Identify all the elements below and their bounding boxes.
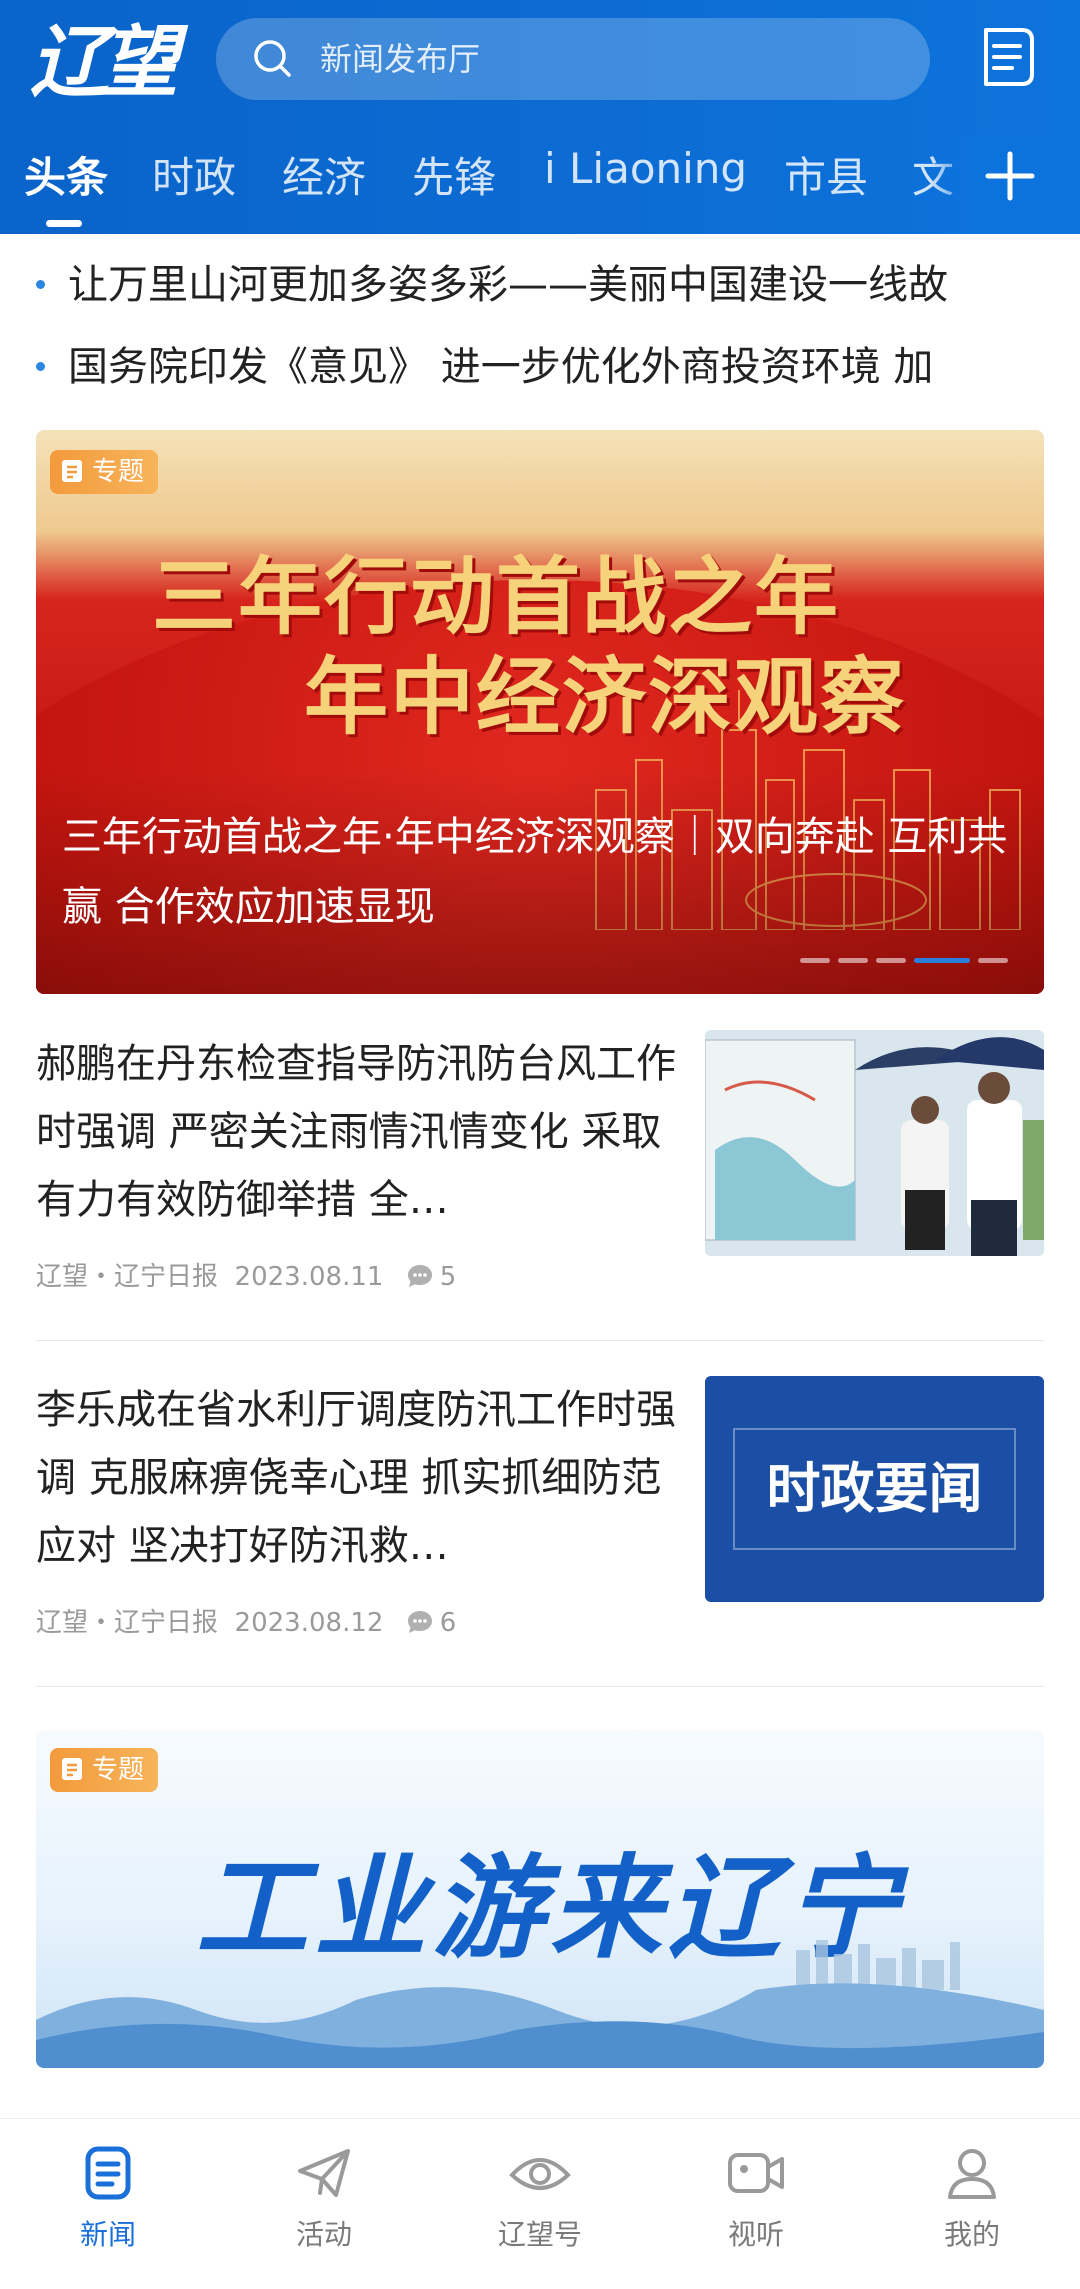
ticker-text: 国务院印发《意见》 进一步优化外商投资环境 加 — [68, 344, 934, 390]
tab-i-liaoning[interactable]: i Liaoning — [544, 144, 747, 193]
video-icon — [728, 2153, 784, 2193]
carousel-dot-active — [914, 958, 970, 963]
article-title: 李乐成在省水利厅调度防汛工作时强调 克服麻痹侥幸心理 抓实抓细防范应对 坚决打好… — [36, 1387, 676, 1569]
news-article[interactable]: 郝鹏在丹东检查指导防汛防台风工作时强调 严密关注雨情汛情变化 采取有力有效防御举… — [36, 1030, 1044, 1300]
article-title: 郝鹏在丹东检查指导防汛防台风工作时强调 严密关注雨情汛情变化 采取有力有效防御举… — [36, 1041, 676, 1223]
carousel-dot — [838, 958, 868, 963]
article-thumbnail: 时政要闻 — [705, 1376, 1044, 1602]
document-icon — [62, 459, 82, 482]
comment-icon — [407, 1264, 432, 1287]
news-article[interactable]: 李乐成在省水利厅调度防汛工作时强调 克服麻痹侥幸心理 抓实抓细防范应对 坚决打好… — [36, 1376, 1044, 1646]
tab-pioneer[interactable]: 先锋 — [412, 144, 496, 205]
carousel-dot — [978, 958, 1008, 963]
comment-count: 5 — [439, 1262, 457, 1292]
nav-label: 辽望号 — [497, 2218, 582, 2251]
bullet-dot — [36, 280, 45, 289]
feature-banner-carousel[interactable]: 专题 三年行动首战之年 年中经济深观察 三年行动首战之年·年中经济深观察｜双向奔… — [36, 430, 1044, 994]
topic-tag-label: 专题 — [92, 1755, 145, 1785]
comment-count: 6 — [439, 1608, 457, 1638]
tab-headlines[interactable]: 头条 — [24, 144, 108, 205]
add-channel-icon[interactable] — [982, 148, 1038, 204]
active-tab-indicator — [46, 220, 82, 227]
tab-economy[interactable]: 经济 — [282, 144, 366, 205]
article-meta: 辽望・辽宁日报 2023.08.11 5 — [36, 1256, 456, 1293]
carousel-indicator — [800, 958, 1040, 966]
article-source: 辽望・辽宁日报 — [36, 1608, 219, 1638]
nav-activities[interactable]: 活动 — [244, 2141, 404, 2253]
nav-news[interactable]: 新闻 — [28, 2141, 188, 2253]
ticker-item[interactable]: 国务院印发《意见》 进一步优化外商投资环境 加 — [0, 332, 1080, 402]
menu-icon[interactable] — [976, 24, 1038, 90]
divider — [36, 1340, 1044, 1341]
feature-banner-industrial-tour[interactable]: 专题 工业游来辽宁 — [36, 1730, 1044, 2068]
article-date: 2023.08.12 — [234, 1608, 384, 1638]
tab-cities[interactable]: 市县 — [784, 144, 868, 205]
article-thumbnail — [705, 1030, 1044, 1256]
nav-profile[interactable]: 我的 — [892, 2141, 1052, 2253]
mountain-graphic — [36, 1940, 1044, 2068]
channel-tabs: 头条 时政 经济 先锋 i Liaoning 市县 文 — [0, 134, 1080, 234]
paper-plane-icon — [298, 2149, 350, 2197]
divider — [36, 1686, 1044, 1687]
carousel-dot — [876, 958, 906, 963]
profile-icon — [948, 2149, 996, 2199]
thumbnail-label: 时政要闻 — [766, 1457, 983, 1520]
article-meta: 辽望・辽宁日报 2023.08.12 6 — [36, 1602, 456, 1639]
nav-liaowang-hao[interactable]: 辽望号 — [460, 2141, 620, 2253]
article-source: 辽望・辽宁日报 — [36, 1262, 219, 1292]
nav-audio-video[interactable]: 视听 — [676, 2141, 836, 2253]
topic-tag-label: 专题 — [92, 457, 145, 487]
app-header: 辽望 新闻发布厅 头条 时政 经济 先锋 i Liaoning 市县 文 — [0, 0, 1080, 234]
search-icon — [254, 40, 291, 77]
bottom-navigation: 新闻 活动 辽望号 视听 我的 — [0, 2118, 1080, 2289]
banner-headline-line2: 年中经济深观察 — [304, 648, 907, 746]
carousel-dot — [800, 958, 830, 963]
news-icon — [85, 2146, 131, 2200]
comment-icon — [407, 1610, 432, 1633]
search-bar[interactable]: 新闻发布厅 — [216, 18, 930, 100]
banner-caption: 三年行动首战之年·年中经济深观察｜双向奔赴 互利共赢 合作效应加速显现 — [62, 814, 1008, 930]
topic-tag: 专题 — [50, 1748, 159, 1792]
app-logo[interactable]: 辽望 — [30, 8, 180, 118]
ticker-item[interactable]: 让万里山河更加多姿多彩——美丽中国建设一线故 — [0, 250, 1080, 320]
ticker-text: 让万里山河更加多姿多彩——美丽中国建设一线故 — [68, 262, 948, 308]
nav-label: 新闻 — [79, 2218, 136, 2251]
search-placeholder: 新闻发布厅 — [320, 40, 481, 78]
topic-tag: 专题 — [50, 450, 159, 494]
tab-politics[interactable]: 时政 — [152, 144, 236, 205]
bullet-dot — [36, 362, 45, 371]
inspection-photo — [705, 1030, 1044, 1256]
nav-label: 我的 — [943, 2218, 1000, 2251]
nav-label: 活动 — [295, 2218, 352, 2251]
nav-label: 视听 — [727, 2218, 784, 2251]
article-date: 2023.08.11 — [234, 1262, 384, 1292]
document-icon — [62, 1757, 82, 1780]
eye-icon — [509, 2158, 571, 2190]
